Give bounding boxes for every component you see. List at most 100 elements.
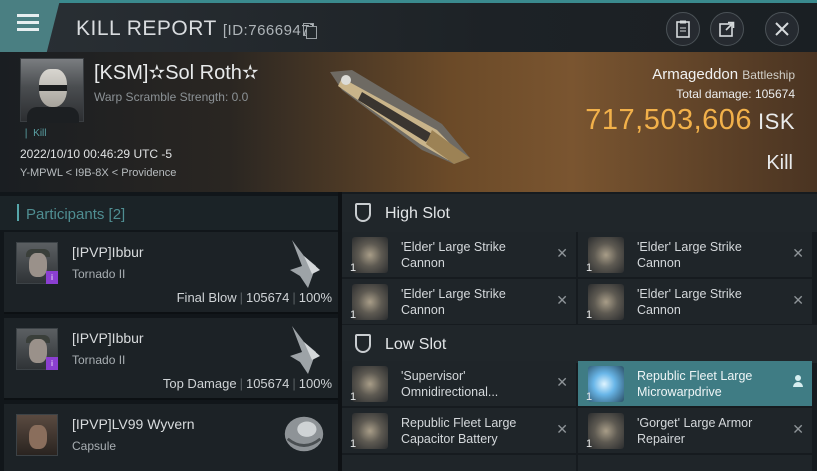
module-item-partial[interactable] (342, 455, 576, 471)
victim-name[interactable]: [KSM]✫Sol Roth✫ (94, 60, 259, 85)
rookie-badge-icon: i (46, 271, 58, 284)
module-item[interactable]: 1 Republic Fleet Large Capacitor Battery… (342, 408, 576, 453)
low-slot-label: Low Slot (385, 336, 447, 353)
accent-bar (17, 204, 19, 221)
participant-damage: 105674 (245, 290, 290, 305)
rookie-badge-icon: i (46, 357, 58, 370)
participant-ship: Tornado II (72, 353, 126, 367)
module-name: 'Gorget' Large Armor Repairer (637, 416, 753, 446)
victim-portrait[interactable] (20, 58, 84, 123)
module-name: 'Supervisor' Omnidirectional... (401, 369, 499, 399)
menu-icon (17, 14, 39, 17)
close-icon (775, 22, 789, 36)
menu-icon (17, 28, 39, 31)
avatar: i (16, 242, 58, 284)
close-button[interactable] (765, 12, 799, 46)
destroyed-icon: ✕ (556, 245, 568, 261)
participant-row[interactable]: i [IPVP]Ibbur Tornado II Final Blow | 1056… (4, 232, 338, 314)
participant-role: Final Blow (176, 290, 237, 305)
armor-repairer-icon (588, 413, 624, 449)
participant-percent: 100% (298, 376, 332, 391)
participant-damage: 105674 (245, 376, 290, 391)
shield-icon (355, 203, 371, 222)
module-qty: 1 (350, 391, 357, 403)
menu-button[interactable] (0, 0, 60, 52)
participant-name: [IPVP]LV99 Wyvern (72, 416, 195, 432)
module-item[interactable]: 1 'Elder' Large Strike Cannon ✕ (578, 232, 812, 277)
copy-icon[interactable] (303, 23, 317, 39)
module-qty: 1 (586, 262, 593, 274)
cannon-icon (588, 237, 624, 273)
microwarpdrive-icon (588, 366, 624, 402)
high-slot-header[interactable]: High Slot (342, 194, 817, 232)
clipboard-button[interactable] (666, 12, 700, 46)
share-button[interactable] (710, 12, 744, 46)
total-damage: Total damage: 105674 (676, 87, 795, 101)
total-damage-label: Total damage: (676, 87, 752, 101)
destroyed-icon: ✕ (792, 292, 804, 308)
module-name: 'Elder' Large Strike Cannon (637, 287, 742, 317)
participant-percent: 100% (298, 290, 332, 305)
participants-header[interactable]: Participants [2] (0, 196, 338, 230)
share-icon (719, 21, 735, 37)
participant-row[interactable]: [IPVP]LV99 Wyvern Capsule (4, 404, 338, 471)
warp-scramble-strength: Warp Scramble Strength: 0.0 (94, 90, 249, 104)
module-item[interactable]: 1 Republic Fleet Large Microwarpdrive (578, 361, 812, 406)
module-qty: 1 (350, 309, 357, 321)
title-text: KILL REPORT (76, 17, 217, 40)
total-damage-value: 105674 (754, 87, 795, 101)
destroyed-icon: ✕ (792, 245, 804, 261)
avatar (16, 414, 58, 456)
module-item[interactable]: 1 'Gorget' Large Armor Repairer ✕ (578, 408, 812, 453)
victim-ship[interactable]: Armageddon Battleship (652, 66, 795, 83)
destroyed-icon: ✕ (792, 421, 804, 437)
clipboard-icon (676, 20, 690, 38)
cannon-icon (352, 284, 388, 320)
participants-label: Participants [2] (26, 206, 126, 223)
dropped-icon (793, 375, 803, 387)
kill-datetime: 2022/10/10 00:46:29 UTC -5 (20, 147, 173, 161)
module-name: Republic Fleet Large Capacitor Battery (401, 416, 517, 446)
destroyed-icon: ✕ (556, 421, 568, 437)
module-item[interactable]: 1 'Supervisor' Omnidirectional... ✕ (342, 361, 576, 406)
fitting-panel: High Slot 1 'Elder' Large Strike Cannon … (342, 192, 817, 471)
victim-header: [KSM]✫Sol Roth✫ Warp Scramble Strength: … (0, 52, 817, 192)
page-title: KILL REPORT [ID:7666947] (76, 17, 315, 41)
module-name: 'Elder' Large Strike Cannon (637, 240, 742, 270)
shield-icon (355, 334, 371, 353)
title-bar: KILL REPORT [ID:7666947] (0, 0, 817, 52)
module-name: 'Elder' Large Strike Cannon (401, 287, 506, 317)
isk-unit: ISK (758, 109, 795, 134)
participants-panel: Participants [2] i [IPVP]Ibbur Tornado I… (0, 192, 338, 471)
isk-amount: 717,503,606 (585, 104, 753, 136)
module-qty: 1 (586, 438, 593, 450)
participant-ship: Tornado II (72, 267, 126, 281)
report-id: [ID:7666947] (222, 22, 315, 39)
module-item[interactable]: 1 'Elder' Large Strike Cannon ✕ (578, 279, 812, 324)
capacitor-battery-icon (352, 413, 388, 449)
cannon-icon (588, 284, 624, 320)
avatar: i (16, 328, 58, 370)
participant-row[interactable]: i [IPVP]Ibbur Tornado II Top Damage | 1056… (4, 318, 338, 400)
destroyed-icon: ✕ (556, 374, 568, 390)
participant-name: [IPVP]Ibbur (72, 330, 144, 346)
low-slot-header[interactable]: Low Slot (342, 325, 817, 363)
high-slot-label: High Slot (385, 205, 450, 222)
module-item[interactable]: 1 'Elder' Large Strike Cannon ✕ (342, 279, 576, 324)
victim-ship-image[interactable] (322, 64, 472, 172)
module-item[interactable]: 1 'Elder' Large Strike Cannon ✕ (342, 232, 576, 277)
module-name: 'Elder' Large Strike Cannon (401, 240, 506, 270)
corp-tag: ❘ Kill (22, 128, 47, 139)
isk-value: 717,503,606 ISK (585, 104, 795, 137)
module-qty: 1 (586, 391, 593, 403)
ship-name: Armageddon (652, 66, 739, 83)
kill-location[interactable]: Y-MPWL < I9B-8X < Providence (20, 167, 176, 179)
kill-result: Kill (766, 152, 793, 174)
module-item-partial[interactable] (578, 455, 812, 471)
module-qty: 1 (350, 438, 357, 450)
ship-class: Battleship (742, 68, 795, 82)
destroyed-icon: ✕ (556, 292, 568, 308)
tracking-computer-icon (352, 366, 388, 402)
capsule-ship-icon (284, 416, 324, 452)
participant-role: Top Damage (162, 376, 237, 391)
